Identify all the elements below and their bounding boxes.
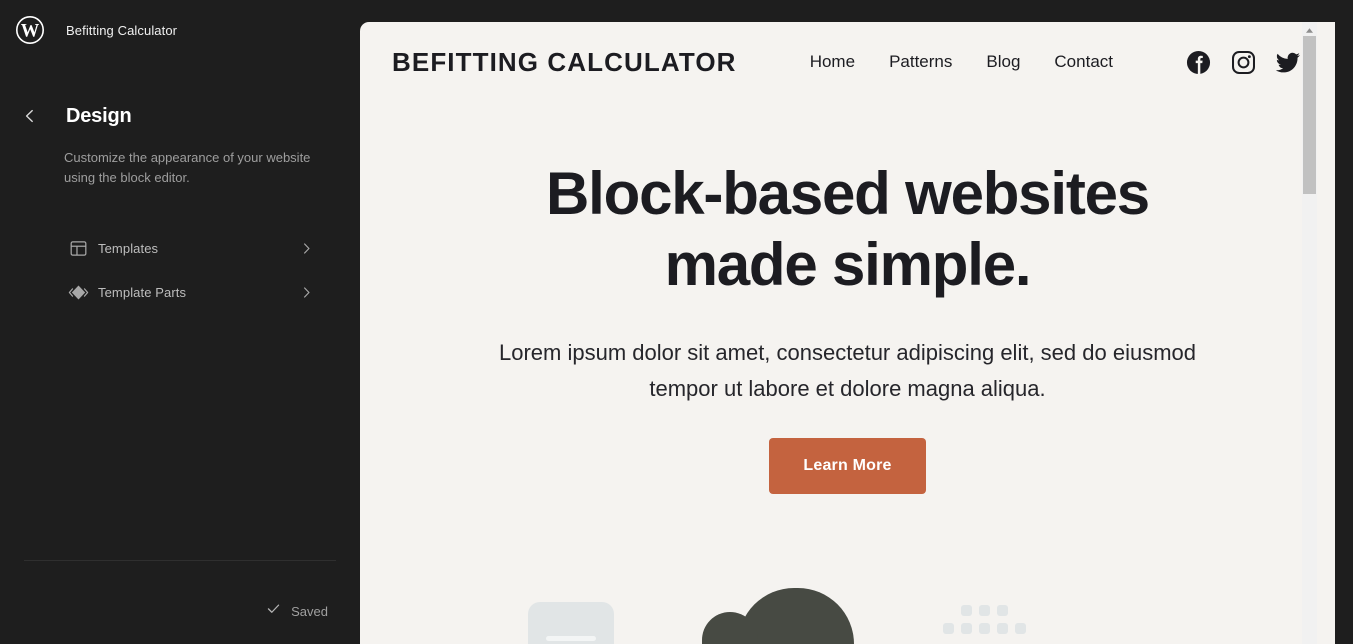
learn-more-button[interactable]: Learn More — [769, 438, 926, 494]
nav-link-patterns[interactable]: Patterns — [889, 52, 952, 72]
dot — [943, 623, 954, 634]
sidebar-item-label: Template Parts — [98, 284, 187, 300]
preview-navigation: Home Patterns Blog Contact — [810, 49, 1301, 75]
hero-subheading[interactable]: Lorem ipsum dolor sit amet, consectetur … — [483, 335, 1213, 407]
social-links — [1185, 49, 1301, 75]
sidebar-footer: Saved — [24, 560, 336, 644]
back-button[interactable] — [16, 102, 44, 130]
save-status-label: Saved — [291, 603, 328, 619]
layout-icon — [66, 236, 90, 260]
nav-link-home[interactable]: Home — [810, 52, 855, 72]
scroll-up-arrow-icon[interactable] — [1302, 24, 1317, 36]
sidebar-site-name: Befitting Calculator — [66, 22, 178, 38]
dot — [961, 623, 972, 634]
canvas-scrollbar[interactable] — [1302, 22, 1317, 644]
page-title: Design — [66, 104, 132, 127]
instagram-icon[interactable] — [1230, 49, 1256, 75]
dot-grid-row — [961, 605, 1026, 616]
nav-link-blog[interactable]: Blog — [986, 52, 1020, 72]
sidebar-item-label: Templates — [98, 240, 159, 256]
gray-card-shape — [528, 602, 614, 644]
hero-heading-line-1: Block-based websites — [546, 160, 1150, 227]
nav-link-contact[interactable]: Contact — [1054, 52, 1113, 72]
dark-cloud-shape — [702, 588, 854, 644]
hero-illustration — [360, 564, 1335, 644]
hero-heading[interactable]: Block-based websites made simple. — [488, 158, 1208, 300]
check-icon — [266, 601, 281, 621]
design-description: Customize the appearance of your website… — [64, 150, 311, 185]
sidebar-item-template-parts[interactable]: Template Parts — [0, 270, 344, 314]
editor-sidebar: W Befitting Calculator Design Customize … — [0, 0, 360, 644]
twitter-icon[interactable] — [1275, 49, 1301, 75]
gray-card-line — [546, 636, 596, 641]
preview-site-header: BEFITTING CALCULATOR Home Patterns Blog … — [360, 22, 1335, 102]
dot — [979, 605, 990, 616]
preview-site-title[interactable]: BEFITTING CALCULATOR — [392, 47, 737, 78]
site-preview-canvas[interactable]: BEFITTING CALCULATOR Home Patterns Blog … — [360, 22, 1335, 644]
chevron-left-icon — [21, 107, 39, 125]
dot-grid-shape — [943, 605, 1026, 634]
editor-canvas-wrapper: BEFITTING CALCULATOR Home Patterns Blog … — [360, 22, 1353, 644]
hero-heading-line-2: made simple. — [664, 231, 1032, 298]
dot-grid-row — [943, 623, 1026, 634]
dot — [979, 623, 990, 634]
sidebar-nav: Templates Template Parts — [0, 226, 360, 314]
design-header: Design — [0, 102, 360, 130]
chevron-right-icon — [299, 285, 328, 300]
site-editor-app: W Befitting Calculator Design Customize … — [0, 0, 1353, 644]
sidebar-header: W Befitting Calculator — [0, 0, 360, 60]
svg-text:W: W — [21, 22, 40, 42]
sidebar-item-templates[interactable]: Templates — [0, 226, 344, 270]
wordpress-logo-icon[interactable]: W — [14, 14, 46, 46]
template-part-diamond-icon — [66, 280, 90, 304]
save-status: Saved — [266, 601, 328, 621]
dot — [997, 623, 1008, 634]
scrollbar-thumb[interactable] — [1303, 36, 1316, 194]
dot — [961, 605, 972, 616]
facebook-icon[interactable] — [1185, 49, 1211, 75]
dot — [1015, 623, 1026, 634]
hero-section: Block-based websites made simple. Lorem … — [360, 102, 1335, 494]
dot — [997, 605, 1008, 616]
chevron-right-icon — [299, 241, 328, 256]
